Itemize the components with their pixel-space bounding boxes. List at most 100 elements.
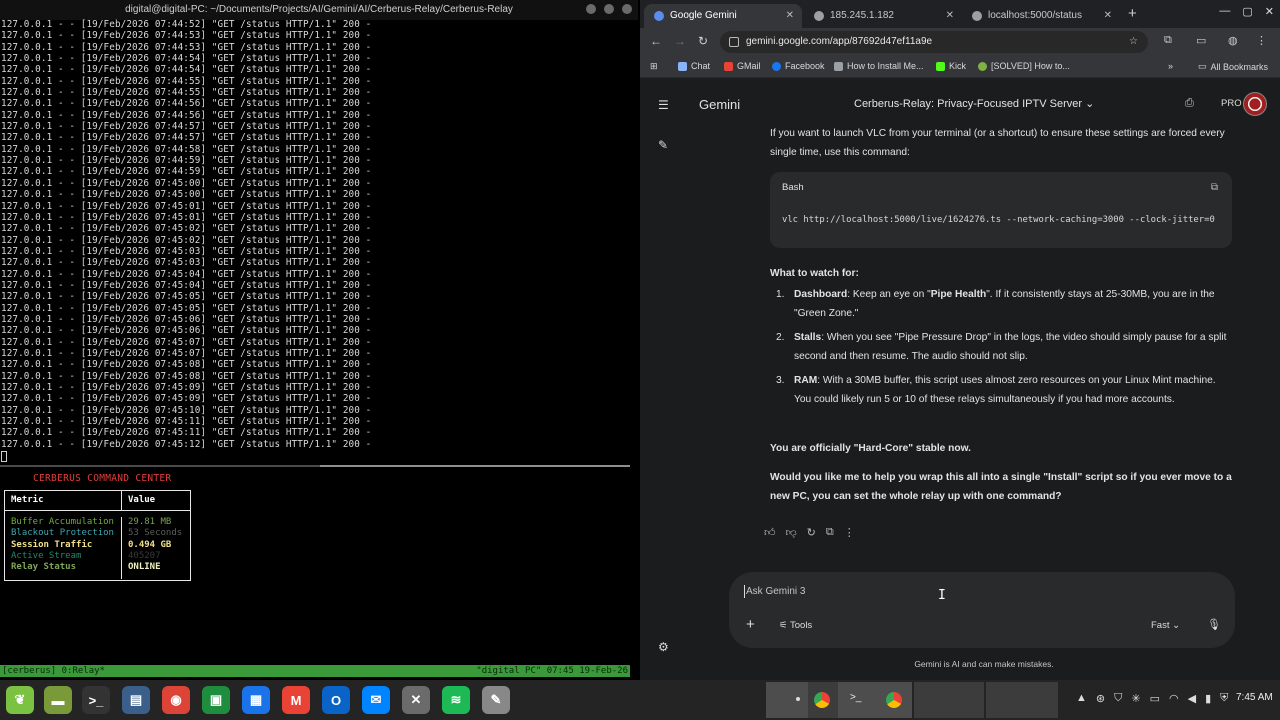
mint-menu-icon[interactable]: ❦ [6, 686, 34, 714]
vpn-icon[interactable]: ⊛ [1096, 692, 1105, 705]
gemini-brand[interactable]: Gemini [699, 97, 740, 112]
maximize-dot-icon[interactable] [604, 4, 614, 14]
reload-icon[interactable]: ↻ [698, 34, 708, 48]
bookmark-gmail[interactable]: GMail [724, 61, 761, 71]
bookmark-label: All Bookmarks [1210, 61, 1269, 72]
reading-mode-icon[interactable]: ▭ [1196, 34, 1206, 47]
apps-grid-icon[interactable]: ⊞ [650, 61, 658, 72]
updates-shield-icon[interactable]: ⛨ [1220, 692, 1228, 705]
browser-window[interactable]: Google Gemini ✕ 185.245.1.182 ✕ localhos… [640, 0, 1280, 680]
conversation-title[interactable]: Cerberus-Relay: Privacy-Focused IPTV Ser… [854, 97, 1094, 110]
prompt-input[interactable]: Ask Gemini 3 [746, 586, 805, 597]
wifi-icon[interactable]: ◠ [1169, 692, 1179, 705]
regenerate-icon[interactable]: ↻ [807, 526, 816, 539]
tab-ip-address[interactable]: 185.245.1.182 ✕ [804, 4, 962, 28]
log-line: 127.0.0.1 - - [19/Feb/2026 07:44:56] "GE… [1, 109, 372, 121]
battery-icon[interactable]: ▮ [1205, 692, 1211, 705]
more-options-icon[interactable]: ⋮ [844, 526, 855, 539]
network-mountain-icon[interactable]: ▲ [1076, 692, 1087, 705]
log-line: 127.0.0.1 - - [19/Feb/2026 07:45:08] "GE… [1, 359, 372, 371]
chat-app-icon[interactable]: ▣ [202, 686, 230, 714]
bookmark-label: Chat [691, 61, 711, 71]
chevron-down-icon: ⌄ [1085, 98, 1095, 110]
site-info-icon[interactable] [729, 37, 739, 47]
maximize-icon[interactable]: ▢ [1242, 5, 1252, 18]
forward-arrow-icon[interactable]: → [674, 34, 686, 48]
log-line: 127.0.0.1 - - [19/Feb/2026 07:45:04] "GE… [1, 268, 372, 280]
new-chat-icon[interactable]: ✎ [658, 138, 668, 152]
all-bookmarks-folder[interactable]: ▭ All Bookmarks [1198, 61, 1268, 72]
log-line: 127.0.0.1 - - [19/Feb/2026 07:44:53] "GE… [1, 30, 372, 42]
taskbar-window-chrome[interactable] [808, 682, 838, 718]
terminal-window[interactable]: digital@digital-PC: ~/Documents/Projects… [0, 0, 638, 680]
tmux-session-label[interactable]: [cerberus] 0:Relay* [2, 665, 105, 677]
add-attachment-button[interactable]: + [746, 616, 755, 633]
gmail-icon[interactable]: M [282, 686, 310, 714]
hamburger-menu-icon[interactable]: ☰ [658, 98, 669, 112]
tools-label: Tools [790, 620, 813, 631]
model-mode-selector[interactable]: Fast ⌄ [1151, 620, 1180, 631]
close-tab-icon[interactable]: ✕ [1104, 6, 1112, 26]
back-arrow-icon[interactable]: ← [650, 34, 662, 48]
close-tab-icon[interactable]: ✕ [786, 6, 794, 26]
address-bar[interactable]: gemini.google.com/app/87692d47ef11a9e ☆ [720, 31, 1148, 53]
copy-response-icon[interactable]: ⧉ [826, 526, 834, 539]
notes-icon[interactable]: ✎ [482, 686, 510, 714]
metric-name: Relay Status [11, 562, 77, 573]
volume-icon[interactable]: ◀ [1188, 692, 1196, 705]
log-line: 127.0.0.1 - - [19/Feb/2026 07:45:12] "GE… [1, 438, 372, 450]
messenger-icon[interactable]: ✉ [362, 686, 390, 714]
metric-column-header: Metric [5, 491, 122, 510]
taskbar-clock[interactable]: 7:45 AM [1236, 692, 1273, 703]
microphone-icon[interactable]: 🎙︎ [1207, 618, 1221, 631]
tools-button[interactable]: ⚟ Tools [779, 620, 812, 631]
avatar[interactable] [1243, 92, 1267, 116]
log-line: 127.0.0.1 - - [19/Feb/2026 07:45:06] "GE… [1, 313, 372, 325]
bookmark-kick[interactable]: Kick [936, 61, 966, 71]
taskbar-window-terminal[interactable] [766, 682, 808, 718]
bookmark-how-to-install[interactable]: How to Install Me... [834, 61, 924, 71]
copy-code-icon[interactable]: ⧉ [1211, 178, 1218, 197]
bookmark-star-icon[interactable]: ☆ [1129, 31, 1138, 53]
tab-google-gemini[interactable]: Google Gemini ✕ [644, 4, 802, 28]
minimize-dot-icon[interactable] [586, 4, 596, 14]
files-icon[interactable]: ▬ [44, 686, 72, 714]
system-monitor-icon[interactable]: ▤ [122, 686, 150, 714]
spotify-icon[interactable]: ≋ [442, 686, 470, 714]
more-menu-icon[interactable]: ⋮ [1256, 34, 1267, 47]
taskbar-window-chrome-2[interactable] [874, 682, 912, 718]
close-tab-icon[interactable]: ✕ [946, 6, 954, 26]
docs-app-icon[interactable]: ▦ [242, 686, 270, 714]
profile-icon[interactable]: ◍ [1228, 34, 1238, 47]
taskbar-window-slot[interactable] [914, 682, 984, 718]
bookmark-label: [SOLVED] How to... [991, 61, 1070, 71]
bookmark-facebook[interactable]: Facebook [772, 61, 825, 71]
taskbar-window-slot[interactable] [986, 682, 1058, 718]
tab-localhost-status[interactable]: localhost:5000/status ✕ [962, 4, 1120, 28]
pane-divider[interactable] [0, 465, 630, 467]
bookmark-chat[interactable]: Chat [678, 61, 710, 71]
taskbar-window-terminal-2[interactable]: >_ [838, 682, 874, 718]
thumbs-down-icon[interactable]: 👎︎ [786, 526, 797, 539]
forum-icon [978, 61, 987, 71]
shield-icon[interactable]: ⛉ [1114, 692, 1122, 705]
bluetooth-icon[interactable]: ✳ [1131, 692, 1140, 705]
chrome-icon[interactable]: ◉ [162, 686, 190, 714]
minimize-icon[interactable]: — [1219, 5, 1230, 18]
bookmarks-overflow-icon[interactable]: » [1168, 61, 1173, 71]
display-icon[interactable]: ▭ [1150, 692, 1160, 705]
prompt-input-box[interactable]: Ask Gemini 3 + ⚟ Tools Fast ⌄ 🎙︎ [729, 572, 1235, 648]
extensions-icon[interactable]: ⧉ [1164, 34, 1172, 47]
temporary-chat-icon[interactable]: ⎙ [1185, 97, 1194, 110]
terminal-icon[interactable]: >_ [82, 686, 110, 714]
vm-icon[interactable]: ✕ [402, 686, 430, 714]
outlook-icon[interactable]: O [322, 686, 350, 714]
new-tab-icon[interactable]: + [1128, 5, 1137, 22]
bookmark-solved[interactable]: [SOLVED] How to... [978, 61, 1070, 71]
settings-gear-icon[interactable]: ⚙ [658, 640, 669, 654]
close-dot-icon[interactable] [622, 4, 632, 14]
thumbs-up-icon[interactable]: 👍︎ [764, 526, 776, 539]
value-column-header: Value [128, 495, 156, 505]
tab-label: 185.245.1.182 [830, 10, 894, 21]
close-window-icon[interactable]: ✕ [1265, 5, 1274, 18]
